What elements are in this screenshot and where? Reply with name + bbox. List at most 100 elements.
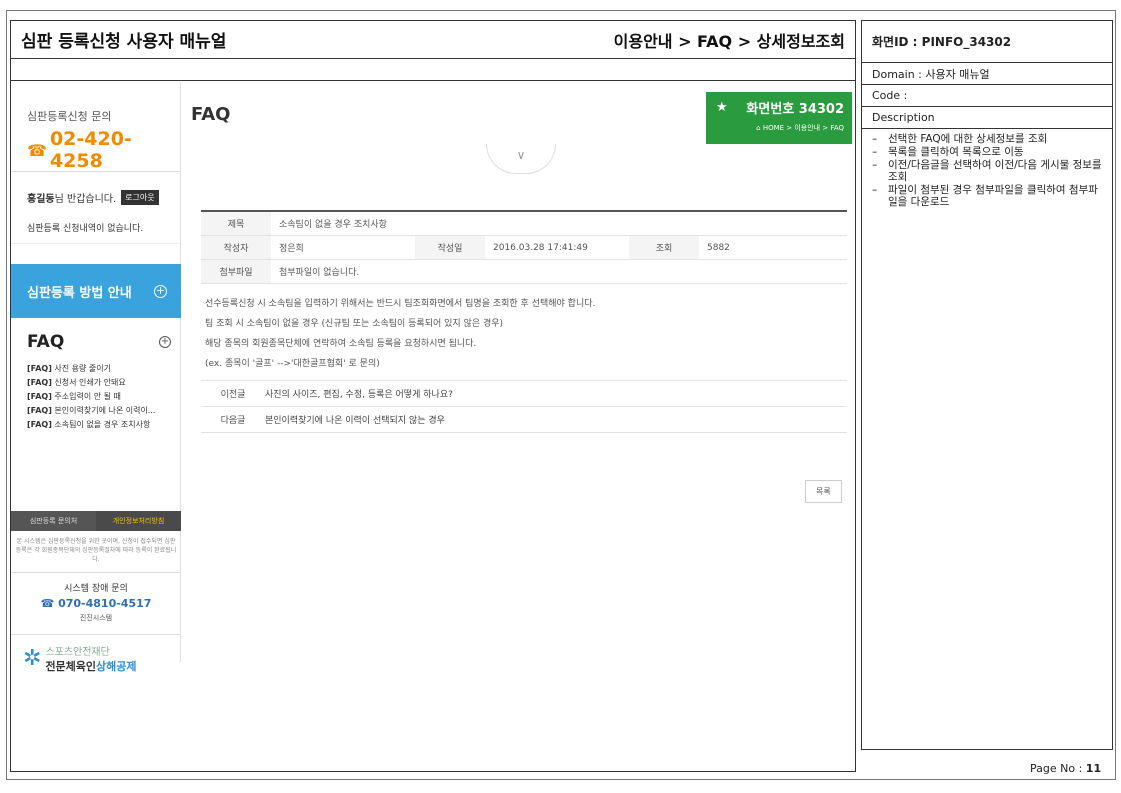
greeting-text: 님 반갑습니다. [54, 194, 117, 205]
date-value: 2016.03.28 17:41:49 [493, 242, 588, 253]
plus-circle-icon: + [154, 283, 167, 298]
breadcrumb-text: HOME > 이용안내 > FAQ [762, 124, 844, 132]
next-post-row[interactable]: 다음글 본인이력찾기에 나온 이력이 선택되지 않는 경우 [201, 407, 847, 433]
description-text: 선택한 FAQ에 대한 상세정보를 조회 [888, 133, 1048, 145]
privacy-policy-tab[interactable]: 개인정보처리방침 [96, 511, 181, 531]
faq-detail-table: 제목 소속팀이 없을 경우 조치사항 작성자 정은희 작성일 2016.03.2… [201, 210, 847, 433]
page-number-value: 11 [1085, 762, 1102, 775]
page-number: Page No : 11 [1030, 762, 1101, 775]
faq-tag: [FAQ] [27, 378, 52, 387]
logout-button[interactable]: 로그아웃 [121, 190, 159, 205]
faq-item-text: 본인이력찾기에 나온 이력이... [54, 406, 156, 415]
body-line: 선수등록신청 시 소속팀을 입력하기 위해서는 반드시 팀조회화면에서 팀명을 … [205, 299, 596, 309]
document-header: 심판 등록신청 사용자 매뉴얼 이용안내 > FAQ > 상세정보조회 [11, 21, 855, 59]
faq-item-text: 사진 용량 줄이기 [54, 364, 112, 373]
faq-item-text: 소속팀이 없을 경우 조치사항 [54, 420, 151, 429]
faq-list-item[interactable]: [FAQ] 주소입력이 안 될 때 [27, 390, 171, 404]
subject-label: 제목 [201, 212, 271, 235]
inquiry-tab[interactable]: 심판등록 문의처 [11, 511, 96, 531]
home-icon: ⌂ [756, 124, 763, 132]
footer-tabs: 심판등록 문의처 개인정보처리방침 [11, 511, 181, 531]
next-post-link[interactable]: 본인이력찾기에 나온 이력이 선택되지 않는 경우 [265, 413, 445, 426]
domain-row: Domain : 사용자 매뉴얼 [862, 63, 1112, 85]
screen-id: 화면ID : PINFO_34302 [862, 21, 1112, 63]
description-item: – 파일이 첨부된 경우 첨부파일을 클릭하여 첨부파일을 다운로드 [872, 184, 1104, 208]
system-notice: 본 시스템은 심판등록신청을 위한 곳이며, 신청이 접수되면 심판등록은 각 … [11, 531, 181, 573]
chevron-down-icon[interactable]: ∨ [486, 144, 556, 174]
system-company: 진진시스템 [79, 614, 113, 622]
date-label: 작성일 [415, 236, 485, 259]
description-text: 목록을 클릭하여 목록으로 이동 [888, 146, 1024, 158]
contact-box: 심판등록신청 문의 ☎ 02-420-4258 [11, 82, 180, 172]
prev-post-link[interactable]: 사진의 사이즈, 편집, 수정, 등록은 어떻게 하나요? [265, 387, 453, 400]
contact-phone-number: 02-420-4258 [49, 128, 132, 172]
description-text: 이전/다음글을 선택하여 이전/다음 게시물 정보를 조회 [888, 159, 1102, 183]
guide-label: 심판등록 방법 안내 [27, 285, 132, 301]
screen-info-panel: 화면ID : PINFO_34302 Domain : 사용자 매뉴얼 Code… [861, 20, 1113, 750]
faq-list-item[interactable]: [FAQ] 신청서 인쇄가 안돼요 [27, 376, 171, 390]
logo-line1: 스포츠안전재단 [45, 647, 110, 658]
faq-header: FAQ + [27, 332, 171, 352]
registration-guide-button[interactable]: 심판등록 방법 안내 + [11, 264, 181, 318]
star-cluster-icon: ✲ [23, 645, 42, 671]
list-button[interactable]: 목록 [805, 480, 842, 503]
page-number-label: Page No : [1030, 762, 1083, 775]
no-history-text: 심판등록 신청내역이 없습니다. [27, 224, 144, 234]
user-box: 홍길동 님 반갑습니다. 로그아웃 심판등록 신청내역이 없습니다. [11, 172, 180, 244]
description-item: – 선택한 FAQ에 대한 상세정보를 조회 [872, 133, 1048, 145]
screen-mockup: 심판 등록신청 사용자 매뉴얼 이용안내 > FAQ > 상세정보조회 심판등록… [10, 20, 856, 772]
faq-list-item[interactable]: [FAQ] 사진 용량 줄이기 [27, 362, 171, 376]
subject-row: 제목 소속팀이 없을 경우 조치사항 [201, 212, 847, 236]
faq-box: FAQ + [FAQ] 사진 용량 줄이기 [FAQ] 신청서 인쇄가 안돼요 … [11, 332, 181, 432]
views-label: 조회 [629, 236, 699, 259]
screen-number-badge: ★ 화면번호 34302 ⌂ HOME > 이용안내 > FAQ [706, 92, 852, 144]
description-item: – 이전/다음글을 선택하여 이전/다음 게시물 정보를 조회 [872, 159, 1104, 183]
body-line: 팀 조회 시 소속팀이 없을 경우 (신규팀 또는 소속팀이 등록되어 있지 않… [205, 319, 504, 329]
description-label: Description [862, 107, 1112, 129]
phone-icon: ☎ [40, 597, 59, 610]
faq-item-text: 신청서 인쇄가 안돼요 [54, 378, 126, 387]
prev-post-row[interactable]: 이전글 사진의 사이즈, 편집, 수정, 등록은 어떻게 하나요? [201, 381, 847, 407]
faq-body: 선수등록신청 시 소속팀을 입력하기 위해서는 반드시 팀조회화면에서 팀명을 … [201, 284, 847, 381]
user-greeting: 홍길동 님 반갑습니다. 로그아웃 [27, 190, 180, 205]
author-value: 정은희 [279, 244, 304, 254]
faq-tag: [FAQ] [27, 364, 52, 373]
author-label: 작성자 [201, 236, 271, 259]
logo-line2b: 상해공제 [96, 660, 137, 673]
phone-icon: ☎ [27, 140, 47, 160]
page-title: FAQ [191, 104, 231, 125]
description-item: – 목록을 클릭하여 목록으로 이동 [872, 146, 1024, 158]
faq-list-item[interactable]: [FAQ] 소속팀이 없을 경우 조치사항 [27, 418, 171, 432]
document-title: 심판 등록신청 사용자 매뉴얼 [21, 32, 227, 52]
contact-label: 심판등록신청 문의 [27, 110, 112, 123]
faq-tag: [FAQ] [27, 392, 52, 401]
attachment-row: 첨부파일 첨부파일이 없습니다. [201, 260, 847, 284]
screen-number: 화면번호 34302 [746, 102, 844, 117]
logo-line2: 전문체육인상해공제 [45, 658, 136, 674]
screen-number-row: ★ 화면번호 34302 [716, 98, 844, 117]
system-support: 시스템 장애 문의 ☎ 070-4810-4517 진진시스템 [11, 573, 181, 635]
sidebar: 심판등록신청 문의 ☎ 02-420-4258 홍길동 님 반갑습니다. 로그아… [11, 82, 181, 673]
description-list: – 선택한 FAQ에 대한 상세정보를 조회 – 목록을 클릭하여 목록으로 이동 … [862, 129, 1112, 208]
faq-more-icon[interactable]: + [159, 336, 171, 348]
sports-safety-logo: ✲ 스포츠안전재단 전문체육인상해공제 [11, 635, 181, 674]
code-row: Code : [862, 85, 1112, 107]
description-text: 파일이 첨부된 경우 첨부파일을 클릭하여 첨부파일을 다운로드 [888, 184, 1098, 208]
user-name: 홍길동 [27, 194, 55, 205]
subject-value: 소속팀이 없을 경우 조치사항 [279, 220, 387, 230]
meta-row: 작성자 정은희 작성일 2016.03.28 17:41:49 조회 5882 [201, 236, 847, 260]
system-support-label: 시스템 장애 문의 [64, 584, 128, 594]
views-value: 5882 [707, 242, 730, 253]
document-path: 이용안내 > FAQ > 상세정보조회 [613, 31, 845, 51]
contact-phone[interactable]: ☎ 02-420-4258 [27, 128, 180, 172]
attachment-value: 첨부파일이 없습니다. [279, 268, 360, 278]
sidebar-footer: 심판등록 문의처 개인정보처리방침 본 시스템은 심판등록신청을 위한 곳이며,… [11, 511, 181, 674]
system-support-phone[interactable]: ☎ 070-4810-4517 [11, 597, 181, 610]
faq-list: [FAQ] 사진 용량 줄이기 [FAQ] 신청서 인쇄가 안돼요 [FAQ] … [27, 362, 171, 432]
faq-title: FAQ [27, 332, 65, 352]
body-line: 해당 종목의 회원종목단체에 연락하여 소속팀 등록을 요청하시면 됩니다. [205, 339, 477, 349]
faq-tag: [FAQ] [27, 406, 52, 415]
star-icon: ★ [716, 100, 728, 115]
faq-list-item[interactable]: [FAQ] 본인이력찾기에 나온 이력이... [27, 404, 171, 418]
attachment-label: 첨부파일 [201, 260, 271, 283]
